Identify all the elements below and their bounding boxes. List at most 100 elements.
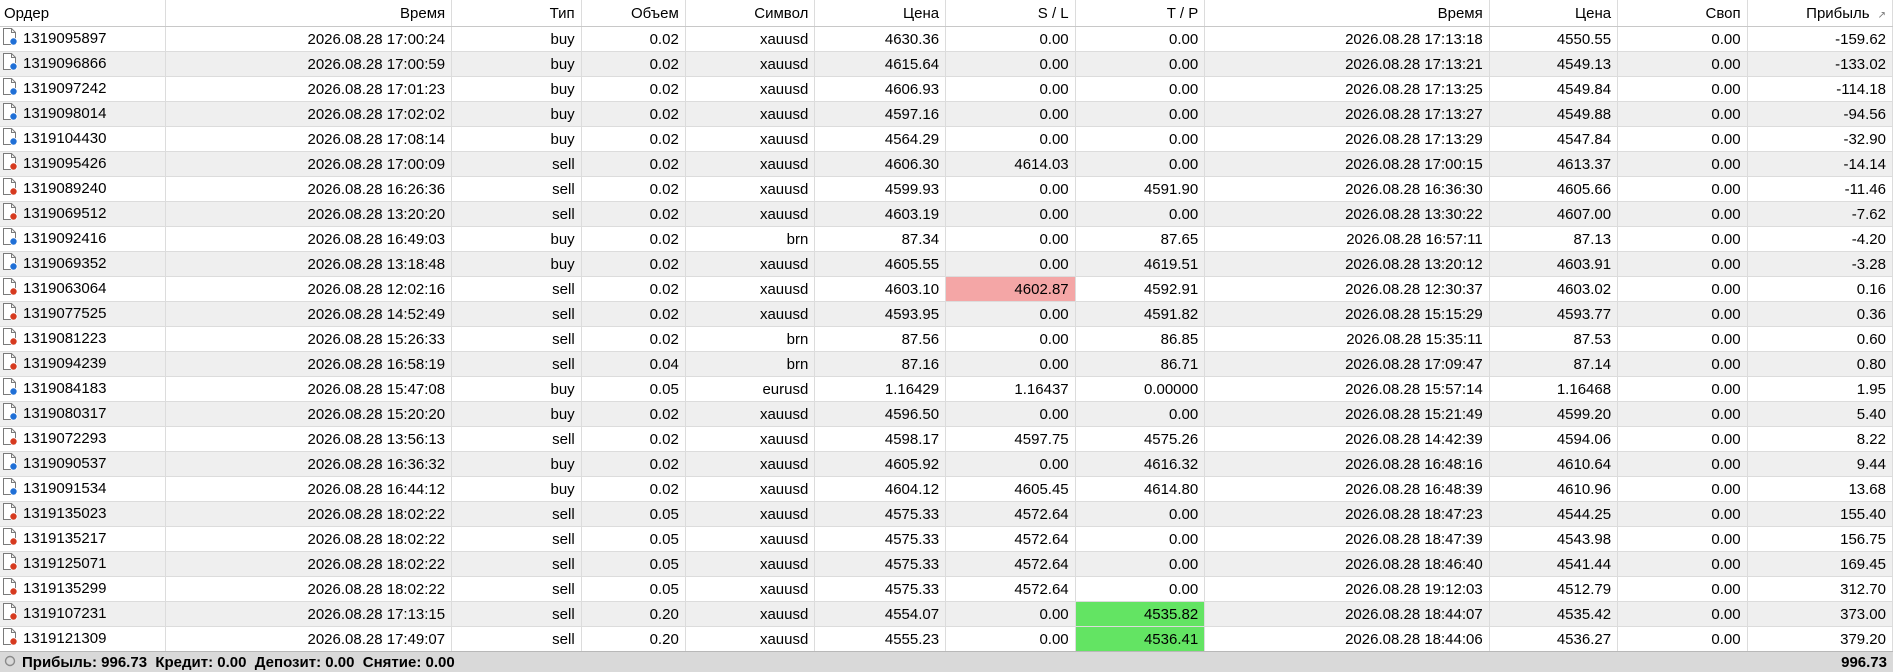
cell-text: 0.00 — [1711, 430, 1741, 448]
volume-cell: 0.02 — [581, 301, 686, 327]
profit-cell: -32.90 — [1747, 126, 1893, 152]
table-row[interactable]: 1319069512 2026.08.28 13:20:20 sell 0.02 xau… — [0, 201, 1893, 227]
table-row[interactable]: 1319121309 2026.08.28 17:49:07 sell 0.20 xau… — [0, 626, 1893, 652]
close-time-cell: 2026.08.28 16:36:30 — [1204, 176, 1490, 202]
cell-text: 0.05 — [649, 555, 679, 573]
sell-order-icon — [2, 503, 18, 525]
cell-text: sell — [552, 605, 575, 623]
table-row[interactable]: 1319084183 2026.08.28 15:47:08 buy 0.05 euru… — [0, 376, 1893, 402]
table-row[interactable]: 1319125071 2026.08.28 18:02:22 sell 0.05 xau… — [0, 551, 1893, 577]
column-header-close-time[interactable]: Время — [1204, 0, 1490, 27]
sl-cell: 0.00 — [945, 226, 1076, 252]
table-row[interactable]: 1319097242 2026.08.28 17:01:23 buy 0.02 xauu… — [0, 76, 1893, 102]
close-time-cell: 2026.08.28 15:15:29 — [1204, 301, 1490, 327]
table-row[interactable]: 1319096866 2026.08.28 17:00:59 buy 0.02 xauu… — [0, 51, 1893, 77]
table-row[interactable]: 1319135023 2026.08.28 18:02:22 sell 0.05 xau… — [0, 501, 1893, 527]
close-price-cell: 4512.79 — [1489, 576, 1619, 602]
volume-cell: 0.02 — [581, 126, 686, 152]
order-cell: 1319084183 — [0, 376, 167, 402]
sell-order-icon — [2, 153, 18, 175]
symbol-cell: xauusd — [685, 526, 816, 552]
cell-text: 0.05 — [649, 580, 679, 598]
cell-text: 0.02 — [649, 330, 679, 348]
cell-text: buy — [550, 455, 575, 473]
table-row[interactable]: 1319098014 2026.08.28 17:02:02 buy 0.02 xauu… — [0, 101, 1893, 127]
cell-text: 2026.08.28 16:48:16 — [1345, 455, 1483, 473]
table-row[interactable]: 1319090537 2026.08.28 16:36:32 buy 0.02 xauu… — [0, 451, 1893, 477]
cell-text: 4550.55 — [1556, 30, 1612, 48]
cell-text: 1319125071 — [23, 554, 107, 572]
column-header-open-time[interactable]: Время — [165, 0, 453, 27]
table-row[interactable]: 1319081223 2026.08.28 15:26:33 sell 0.02 brn… — [0, 326, 1893, 352]
sl-cell: 4602.87 — [945, 276, 1076, 302]
cell-text: xauusd — [759, 530, 809, 548]
type-cell: buy — [451, 476, 582, 502]
open-price-cell: 4605.55 — [814, 251, 947, 277]
table-row[interactable]: 1319072293 2026.08.28 13:56:13 sell 0.02 xau… — [0, 426, 1893, 452]
close-price-cell: 4550.55 — [1489, 26, 1619, 52]
column-header-tp[interactable]: T / P — [1075, 0, 1206, 27]
cell-text: 2026.08.28 15:15:29 — [1345, 305, 1483, 323]
table-row[interactable]: 1319135217 2026.08.28 18:02:22 sell 0.05 xau… — [0, 526, 1893, 552]
profit-cell: -3.28 — [1747, 251, 1893, 277]
table-row[interactable]: 1319095897 2026.08.28 17:00:24 buy 0.02 xauu… — [0, 26, 1893, 52]
table-row[interactable]: 1319094239 2026.08.28 16:58:19 sell 0.04 brn… — [0, 351, 1893, 377]
close-price-cell: 4544.25 — [1489, 501, 1619, 527]
table-row[interactable]: 1319107231 2026.08.28 17:13:15 sell 0.20 xau… — [0, 601, 1893, 627]
table-row[interactable]: 1319080317 2026.08.28 15:20:20 buy 0.02 xauu… — [0, 401, 1893, 427]
table-row[interactable]: 1319135299 2026.08.28 18:02:22 sell 0.05 xau… — [0, 576, 1893, 602]
table-row[interactable]: 1319095426 2026.08.28 17:00:09 sell 0.02 xau… — [0, 151, 1893, 177]
cell-text: 1319098014 — [23, 104, 107, 122]
open-price-cell: 1.16429 — [814, 376, 947, 402]
profit-cell: 169.45 — [1747, 551, 1893, 577]
cell-text: 4596.50 — [884, 405, 940, 423]
buy-order-icon — [2, 453, 18, 475]
cell-text: 0.00 — [1039, 405, 1069, 423]
cell-text: -133.02 — [1835, 55, 1886, 73]
sl-cell: 1.16437 — [945, 376, 1076, 402]
cell-text: 0.00 — [1711, 580, 1741, 598]
sl-cell: 0.00 — [945, 26, 1076, 52]
column-header-order[interactable]: Ордер — [0, 0, 167, 27]
column-header-swap[interactable]: Своп — [1617, 0, 1748, 27]
table-row[interactable]: 1319069352 2026.08.28 13:18:48 buy 0.02 xauu… — [0, 251, 1893, 277]
column-header-type[interactable]: Тип — [451, 0, 582, 27]
table-row[interactable]: 1319104430 2026.08.28 17:08:14 buy 0.02 xauu… — [0, 126, 1893, 152]
open-price-cell: 87.34 — [814, 226, 947, 252]
order-cell: 1319094239 — [0, 351, 167, 377]
cell-text: 1319063064 — [23, 279, 107, 297]
open-time-cell: 2026.08.28 17:02:02 — [165, 101, 453, 127]
sl-cell: 4597.75 — [945, 426, 1076, 452]
open-price-cell: 4630.36 — [814, 26, 947, 52]
volume-cell: 0.02 — [581, 401, 686, 427]
open-time-cell: 2026.08.28 17:13:15 — [165, 601, 453, 627]
cell-text: 1319095426 — [23, 154, 107, 172]
table-row[interactable]: 1319091534 2026.08.28 16:44:12 buy 0.02 xauu… — [0, 476, 1893, 502]
order-cell: 1319125071 — [0, 551, 167, 577]
order-cell: 1319097242 — [0, 76, 167, 102]
cell-text: 0.00 — [1039, 605, 1069, 623]
column-header-volume[interactable]: Объем — [581, 0, 686, 27]
cell-text: 2026.08.28 18:02:22 — [307, 580, 446, 598]
table-row[interactable]: 1319092416 2026.08.28 16:49:03 buy 0.02 brn 8… — [0, 226, 1893, 252]
profit-cell: -7.62 — [1747, 201, 1893, 227]
column-header-open-price[interactable]: Цена — [814, 0, 947, 27]
cell-text: 0.02 — [649, 230, 679, 248]
type-cell: sell — [451, 626, 582, 652]
tp-cell: 4575.26 — [1075, 426, 1206, 452]
table-row[interactable]: 1319077525 2026.08.28 14:52:49 sell 0.02 xau… — [0, 301, 1893, 327]
table-row[interactable]: 1319089240 2026.08.28 16:26:36 sell 0.02 xau… — [0, 176, 1893, 202]
cell-text: 0.00 — [1039, 55, 1069, 73]
column-header-close-price[interactable]: Цена — [1489, 0, 1619, 27]
cell-text: 87.14 — [1573, 355, 1612, 373]
column-header-symbol[interactable]: Символ — [685, 0, 816, 27]
tp-cell: 0.00 — [1075, 401, 1206, 427]
open-price-cell: 4615.64 — [814, 51, 947, 77]
column-header-profit[interactable]: Прибыль ↗ — [1747, 0, 1893, 27]
close-time-cell: 2026.08.28 18:47:23 — [1204, 501, 1490, 527]
cell-text: 2026.08.28 15:26:33 — [307, 330, 446, 348]
cell-text: 312.70 — [1840, 580, 1886, 598]
symbol-cell: xauusd — [685, 201, 816, 227]
table-row[interactable]: 1319063064 2026.08.28 12:02:16 sell 0.02 xau… — [0, 276, 1893, 302]
column-header-sl[interactable]: S / L — [945, 0, 1076, 27]
